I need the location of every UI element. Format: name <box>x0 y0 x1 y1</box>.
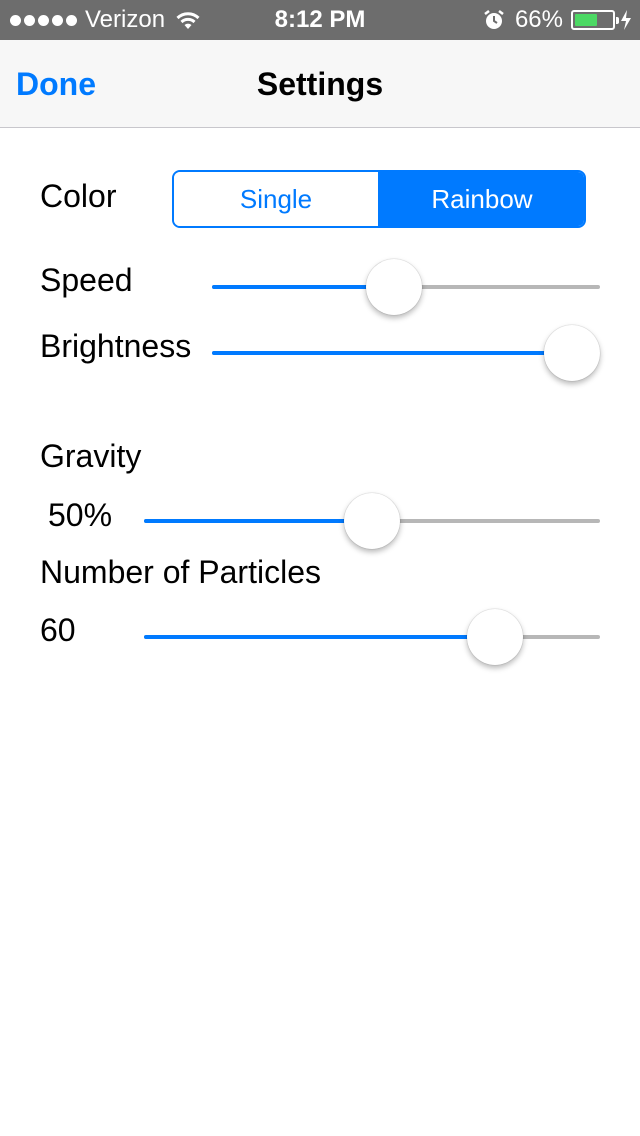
slider-thumb[interactable] <box>467 609 524 665</box>
segment-rainbow[interactable]: Rainbow <box>378 172 584 226</box>
slider-thumb[interactable] <box>344 493 400 549</box>
speed-label: Speed <box>40 262 133 298</box>
particles-slider[interactable] <box>144 607 600 667</box>
slider-fill <box>144 519 372 523</box>
battery-icon <box>571 10 619 30</box>
navigation-bar: Done Settings <box>0 40 640 128</box>
lightning-bolt-icon <box>621 10 631 30</box>
battery-percent: 66% <box>514 6 563 33</box>
slider-fill <box>212 351 572 355</box>
battery-tip <box>616 17 619 24</box>
color-segmented-control: Single Rainbow <box>172 170 586 228</box>
status-bar: Verizon 8:12 PM 66% <box>0 0 640 40</box>
page-title: Settings <box>256 66 384 102</box>
particles-value: 60 <box>40 612 76 648</box>
gravity-value: 50% <box>48 497 113 533</box>
slider-thumb[interactable] <box>544 325 600 381</box>
segment-single[interactable]: Single <box>174 172 378 226</box>
particles-label: Number of Particles <box>40 554 321 590</box>
gravity-slider[interactable] <box>144 491 600 551</box>
gravity-label: Gravity <box>40 438 142 474</box>
brightness-label: Brightness <box>40 328 192 364</box>
status-right: 66% <box>483 0 632 40</box>
battery-fill <box>575 14 598 26</box>
color-label: Color <box>40 178 117 214</box>
speed-slider[interactable] <box>212 257 600 317</box>
slider-fill <box>144 635 496 639</box>
alarm-clock-icon <box>484 10 504 29</box>
slider-thumb[interactable] <box>366 259 423 315</box>
brightness-slider[interactable] <box>212 323 600 383</box>
